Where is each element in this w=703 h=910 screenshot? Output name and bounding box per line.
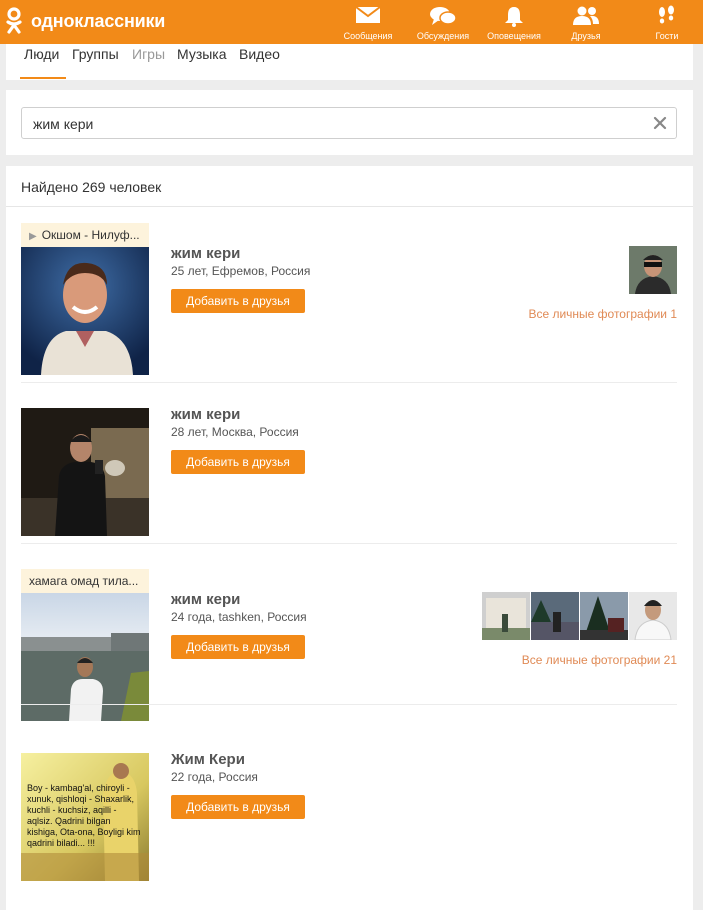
person-name[interactable]: жим кери: [171, 591, 240, 608]
divider: [6, 206, 693, 207]
ok-logo-icon: [6, 7, 22, 34]
profile-photo[interactable]: Boy - kambag'al, chiroyli - xunuk, qishl…: [21, 753, 149, 881]
all-photos-link[interactable]: Все личные фотографии 1: [528, 307, 677, 321]
add-friend-button[interactable]: Добавить в друзья: [171, 450, 305, 474]
tab-music[interactable]: Музыка: [177, 46, 227, 62]
chat-bubbles-icon: [430, 7, 457, 25]
add-friend-button[interactable]: Добавить в друзья: [171, 795, 305, 819]
active-tab-indicator: [20, 77, 66, 79]
tab-people[interactable]: Люди: [24, 46, 59, 62]
result-row: хамага омад тила... жим кери 24 года, ta…: [21, 544, 677, 721]
person-name[interactable]: жим кери: [171, 245, 240, 262]
status-text: Окшом - Нилуф...: [41, 228, 140, 242]
result-row: жим кери 28 лет, Москва, Россия Добавить…: [21, 383, 677, 544]
status-note[interactable]: хамага омад тила...: [21, 569, 149, 593]
nav-friends-label: Друзья: [571, 31, 601, 41]
photo-thumbnail[interactable]: [482, 592, 530, 640]
site-logo[interactable]: одноклассники: [6, 7, 165, 35]
profile-photo-image: [21, 408, 149, 536]
nav-discussions[interactable]: Обсуждения: [407, 0, 479, 44]
results-count: Найдено 269 человек: [21, 179, 162, 195]
profile-photo-image: [21, 247, 149, 375]
bell-icon: [505, 7, 523, 27]
person-details: 22 года, Россия: [171, 770, 258, 784]
search-panel: [6, 90, 693, 155]
play-icon: ▶: [29, 231, 37, 242]
nav-messages-label: Сообщения: [343, 31, 393, 41]
add-friend-button[interactable]: Добавить в друзья: [171, 289, 305, 313]
top-nav: Сообщения Обсуждения Оповещения Друзья Г…: [333, 0, 703, 44]
row-divider: [21, 704, 677, 705]
person-name[interactable]: жим кери: [171, 406, 240, 423]
footprints-icon: [659, 5, 674, 24]
add-friend-button[interactable]: Добавить в друзья: [171, 635, 305, 659]
photo-caption: Boy - kambag'al, chiroyli - xunuk, qishl…: [27, 783, 141, 848]
result-row: Boy - kambag'al, chiroyli - xunuk, qishl…: [21, 744, 677, 905]
nav-discussions-label: Обсуждения: [416, 31, 470, 41]
photo-thumbnail-image: [482, 592, 530, 640]
nav-notifications[interactable]: Оповещения: [483, 0, 545, 44]
photo-thumbnail[interactable]: [531, 592, 579, 640]
person-name[interactable]: Жим Кери: [171, 751, 245, 768]
profile-photo[interactable]: [21, 247, 149, 375]
photo-thumbnail-image: [629, 592, 677, 640]
photo-thumbnail-image: [531, 592, 579, 640]
photo-thumbnail[interactable]: [580, 592, 628, 640]
top-navigation-bar: одноклассники Сообщения Обсуждения Опове…: [0, 0, 703, 44]
search-category-tabs: Люди Группы Игры Музыка Видео: [6, 44, 693, 80]
tab-groups[interactable]: Группы: [72, 46, 119, 62]
status-text: хамага омад тила...: [29, 574, 139, 588]
person-details: 25 лет, Ефремов, Россия: [171, 264, 311, 278]
site-logo-text: одноклассники: [31, 10, 166, 31]
nav-friends[interactable]: Друзья: [557, 0, 615, 44]
person-details: 24 года, tashken, Россия: [171, 610, 307, 624]
status-note[interactable]: ▶ Окшом - Нилуф...: [21, 223, 149, 247]
search-box: [21, 107, 677, 139]
envelope-icon: [355, 6, 381, 23]
nav-guests-label: Гости: [655, 31, 679, 41]
profile-photo-image: [21, 593, 149, 721]
photo-thumbnail[interactable]: [629, 246, 677, 294]
tab-video[interactable]: Видео: [239, 46, 280, 62]
nav-notifications-label: Оповещения: [487, 31, 541, 41]
nav-messages[interactable]: Сообщения: [333, 0, 403, 44]
tab-games[interactable]: Игры: [132, 46, 165, 62]
photo-thumbnail[interactable]: [629, 592, 677, 640]
nav-guests[interactable]: Гости: [637, 0, 697, 44]
photo-thumbnail-image: [629, 246, 677, 294]
photo-thumbnail-image: [580, 592, 628, 640]
all-photos-link[interactable]: Все личные фотографии 21: [522, 653, 677, 667]
result-row: ▶ Окшом - Нилуф... жим кери 25 лет, Ефрем…: [21, 222, 677, 383]
search-results: Найдено 269 человек ▶ Окшом - Нилуф... жи…: [6, 166, 693, 910]
friends-icon: [573, 6, 599, 25]
close-icon[interactable]: [652, 115, 668, 131]
photo-thumbnails: [481, 592, 677, 640]
photo-thumbnails: [628, 246, 677, 294]
profile-photo[interactable]: [21, 593, 149, 721]
search-input[interactable]: [33, 114, 633, 134]
person-details: 28 лет, Москва, Россия: [171, 425, 299, 439]
profile-photo[interactable]: [21, 408, 149, 536]
